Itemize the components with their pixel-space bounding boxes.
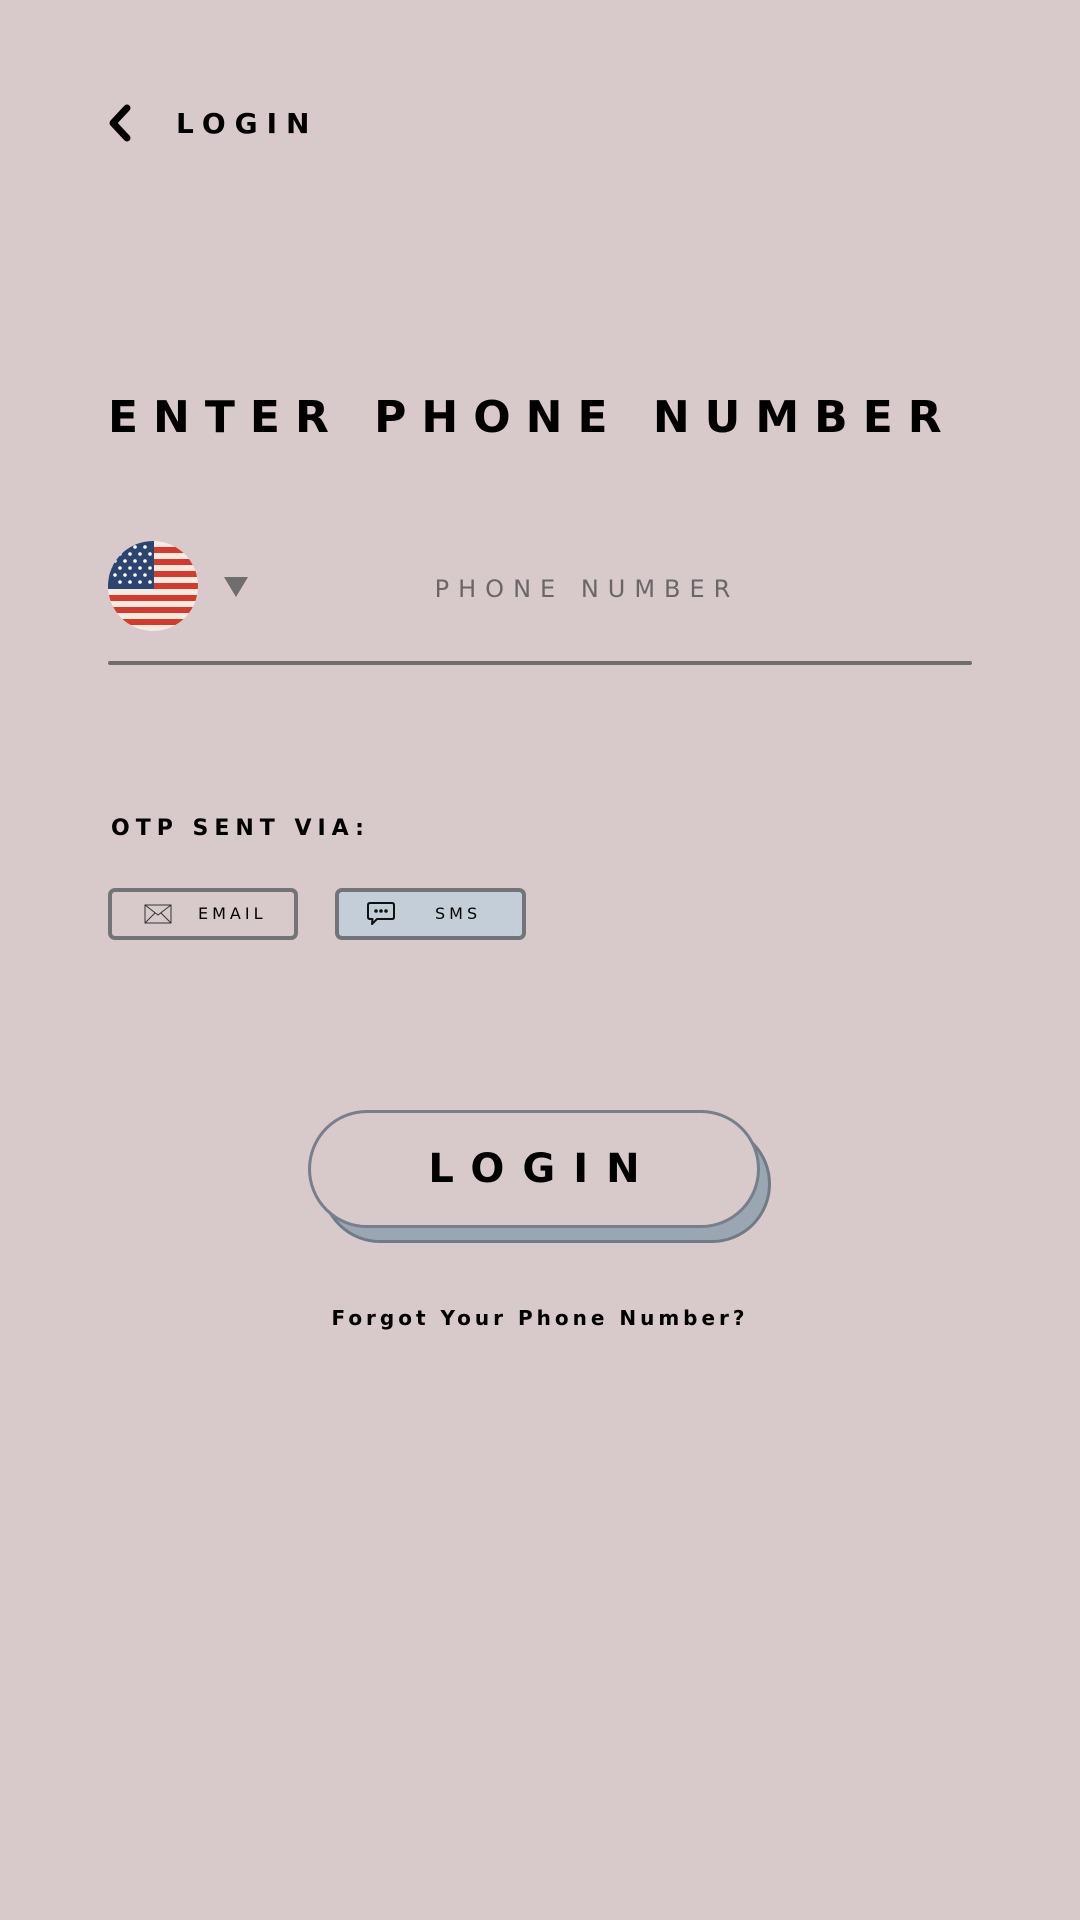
phone-input-underline [108, 661, 972, 665]
back-button[interactable] [100, 100, 140, 150]
otp-email-label: EMAIL [198, 904, 267, 923]
otp-sms-label: SMS [435, 904, 482, 923]
chevron-left-icon [107, 103, 133, 147]
phone-number-input[interactable] [260, 560, 914, 618]
forgot-phone-link[interactable]: Forgot Your Phone Number? [240, 1303, 840, 1333]
otp-label: OTP SENT VIA: [111, 816, 370, 841]
caret-down-icon[interactable] [222, 575, 250, 599]
login-button[interactable]: LOGIN [308, 1110, 760, 1228]
chat-bubble-icon [365, 902, 397, 926]
us-flag-icon[interactable] [108, 541, 198, 631]
otp-email-option[interactable]: EMAIL [108, 888, 298, 940]
header-title: LOGIN [176, 107, 319, 140]
envelope-icon [142, 902, 174, 926]
otp-sms-option[interactable]: SMS [335, 888, 526, 940]
page-title: ENTER PHONE NUMBER [108, 392, 957, 443]
